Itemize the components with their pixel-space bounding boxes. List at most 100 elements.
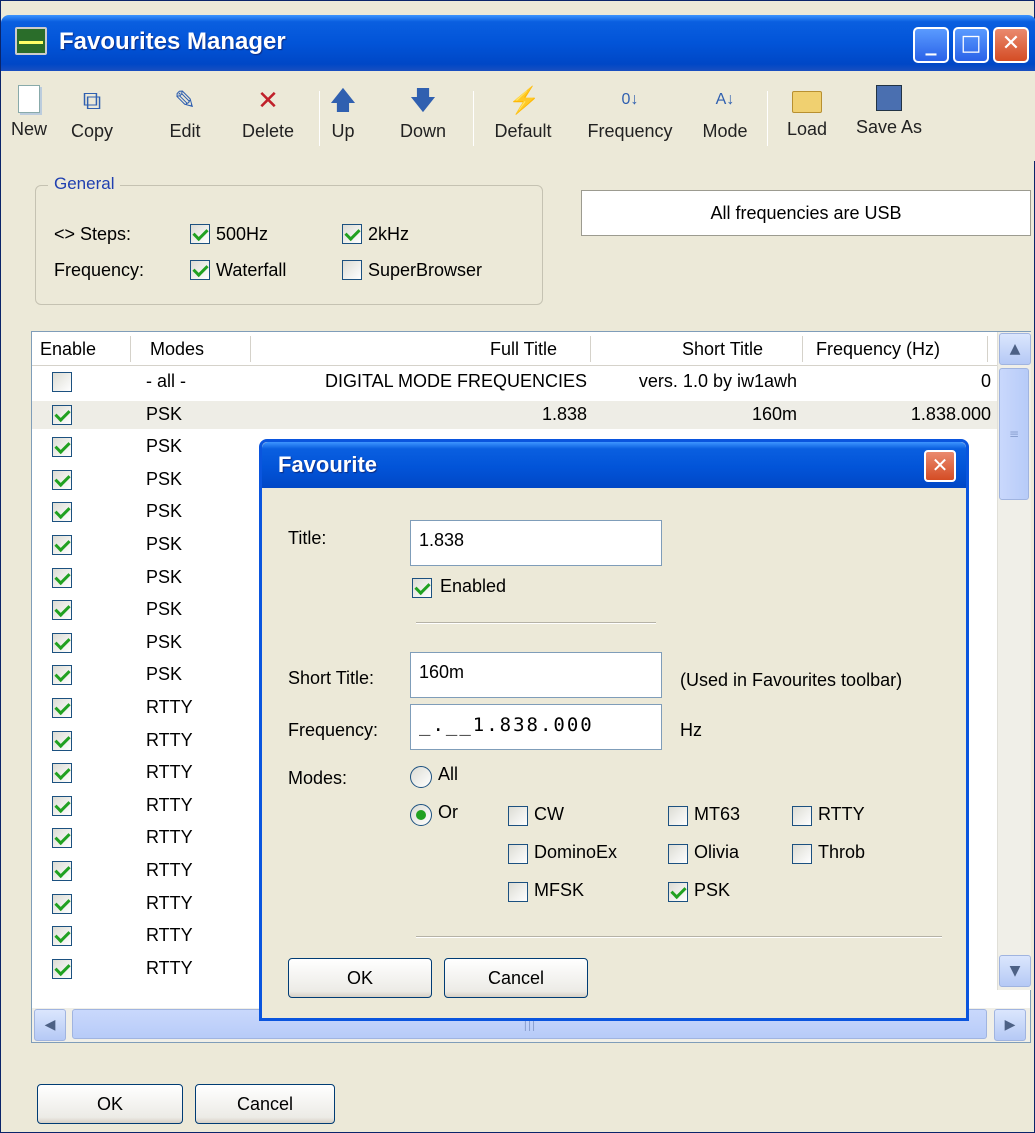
row-enable-checkbox[interactable] [52, 926, 72, 947]
scroll-right-icon[interactable]: ▶ [994, 1009, 1026, 1041]
checkbox-2khz[interactable] [342, 224, 362, 244]
default-button[interactable]: ⚡ Default [485, 81, 561, 142]
dialog-title-bar[interactable]: Favourite ✕ [262, 442, 966, 488]
scroll-up-icon[interactable]: ▲ [999, 333, 1031, 365]
general-group: General <> Steps: 500Hz 2kHz Frequency: … [35, 174, 543, 305]
checkbox-waterfall[interactable] [190, 260, 210, 280]
row-enable-checkbox[interactable] [52, 372, 72, 392]
row-enable-checkbox[interactable] [52, 469, 72, 490]
edit-button[interactable]: ✎ Edit [161, 81, 209, 142]
new-document-icon [18, 85, 40, 113]
dialog-ok-button[interactable]: OK [288, 958, 432, 998]
mode-checkbox-psk[interactable] [668, 882, 688, 902]
row-mode: PSK [146, 468, 183, 489]
row-enable-checkbox[interactable] [52, 861, 72, 881]
frequency-input[interactable]: _.__1.838.000 [410, 704, 662, 750]
vertical-scrollbar[interactable]: ▲ ≡ ▼ [997, 332, 1031, 990]
arrow-up-icon: 🡅 [329, 85, 357, 115]
cancel-button[interactable]: Cancel [195, 1084, 335, 1124]
row-enable-checkbox[interactable] [52, 632, 72, 653]
row-mode: PSK [146, 566, 183, 587]
folder-icon [792, 91, 822, 113]
load-button[interactable]: Load [781, 81, 833, 140]
row-mode: - all - [146, 371, 186, 391]
header-full-title[interactable]: Full Title [490, 339, 557, 360]
arrow-down-icon: 🡇 [409, 85, 437, 115]
title-bar[interactable]: Favourites Manager _ □ ✕ [1, 15, 1035, 71]
header-short-title[interactable]: Short Title [682, 339, 763, 360]
new-button[interactable]: New [5, 81, 53, 140]
row-full-title: DIGITAL MODE FREQUENCIES [324, 371, 587, 391]
row-enable-checkbox[interactable] [52, 437, 72, 458]
mode-checkbox-throb[interactable] [792, 844, 812, 864]
row-enable-checkbox[interactable] [52, 404, 72, 425]
row-enable-checkbox[interactable] [52, 958, 72, 979]
scroll-down-icon[interactable]: ▼ [999, 955, 1031, 987]
table-row[interactable]: PSK 1.838 160m 1.838.000 [32, 400, 997, 429]
row-enable-checkbox[interactable] [52, 893, 72, 914]
general-legend: General [48, 174, 121, 194]
header-separator [802, 336, 803, 362]
scroll-left-icon[interactable]: ◀ [34, 1009, 66, 1041]
mode-checkbox-dominoex[interactable] [508, 844, 528, 864]
dialog-cancel-button[interactable]: Cancel [444, 958, 588, 998]
short-title-input[interactable]: 160m [410, 652, 662, 698]
row-mode: PSK [146, 436, 183, 457]
row-enable-checkbox[interactable] [52, 795, 72, 816]
minimize-button[interactable]: _ [913, 27, 949, 63]
header-frequency[interactable]: Frequency (Hz) [816, 339, 940, 360]
maximize-button[interactable]: □ [953, 27, 989, 63]
radio-or-label: Or [438, 802, 458, 822]
header-separator [250, 336, 251, 362]
short-title-label: Short Title: [288, 668, 375, 688]
row-enable-checkbox[interactable] [52, 502, 72, 523]
row-enable-checkbox[interactable] [52, 567, 72, 588]
mode-checkbox-mfsk[interactable] [508, 882, 528, 902]
checkbox-500hz[interactable] [190, 224, 210, 244]
row-mode: PSK [146, 534, 183, 554]
row-enable-checkbox[interactable] [52, 698, 72, 718]
row-enable-checkbox[interactable] [52, 535, 72, 555]
save-as-button[interactable]: Save As [847, 81, 931, 138]
up-button[interactable]: 🡅 Up [325, 81, 361, 142]
modes-label: Modes: [288, 768, 348, 788]
row-enable-checkbox[interactable] [52, 600, 72, 621]
ok-button[interactable]: OK [37, 1084, 183, 1124]
checkbox-superbrowser[interactable] [342, 260, 362, 280]
row-mode: PSK [146, 599, 183, 620]
sort-frequency-button[interactable]: 0↓ Frequency [577, 81, 683, 142]
header-modes[interactable]: Modes [150, 339, 204, 360]
toolbar-separator [473, 91, 474, 146]
label-2khz: 2kHz [368, 224, 410, 244]
frequency-label: Frequency: [288, 720, 379, 740]
sort-mode-button[interactable]: A↓ Mode [697, 81, 753, 142]
row-enable-checkbox[interactable] [52, 665, 72, 686]
row-enable-checkbox[interactable] [52, 763, 72, 784]
row-enable-checkbox[interactable] [52, 828, 72, 849]
mode-checkbox-mt63[interactable] [668, 806, 688, 826]
mode-label-psk: PSK [694, 880, 731, 900]
row-enable-checkbox[interactable] [52, 730, 72, 751]
mode-checkbox-rtty[interactable] [792, 806, 812, 826]
row-mode: RTTY [146, 925, 193, 946]
title-label: Title: [288, 528, 327, 548]
radio-or[interactable] [410, 804, 432, 826]
down-button[interactable]: 🡇 Down [385, 81, 461, 142]
header-enable[interactable]: Enable [40, 339, 96, 360]
favourites-manager-window: Favourites Manager _ □ ✕ New ⧉ Copy ✎ Edit… [0, 0, 1035, 1133]
vertical-scroll-thumb[interactable]: ≡ [999, 368, 1029, 500]
close-button[interactable]: ✕ [993, 27, 1029, 63]
mode-checkbox-cw[interactable] [508, 806, 528, 826]
row-mode: RTTY [146, 892, 193, 913]
copy-button[interactable]: ⧉ Copy [61, 81, 123, 142]
label-500hz: 500Hz [216, 224, 269, 244]
title-input[interactable]: 1.838 [410, 520, 662, 566]
row-mode: RTTY [146, 827, 193, 848]
mode-checkbox-olivia[interactable] [668, 844, 688, 864]
radio-all[interactable] [410, 766, 432, 788]
enabled-checkbox[interactable] [412, 578, 432, 598]
frequency-unit: Hz [680, 720, 702, 740]
delete-button[interactable]: ✕ Delete [235, 81, 301, 142]
dialog-close-icon[interactable]: ✕ [924, 450, 956, 482]
table-row[interactable]: - all - DIGITAL MODE FREQUENCIES vers. 1.0… [32, 368, 997, 396]
